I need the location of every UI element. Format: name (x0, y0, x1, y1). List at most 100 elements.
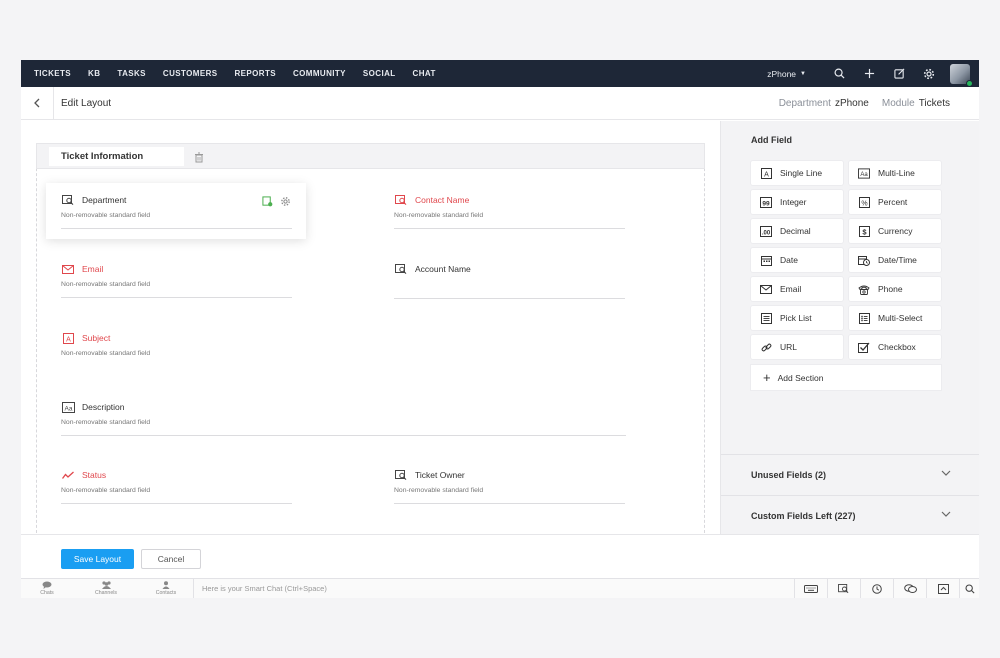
trash-icon[interactable] (194, 150, 204, 168)
lookup-icon[interactable] (827, 579, 860, 598)
field-sublabel: Non-removable standard field (61, 281, 151, 288)
share-screen-icon[interactable] (926, 579, 959, 598)
plus-icon[interactable] (854, 60, 884, 87)
accordion-custom-fields-left[interactable]: Custom Fields Left (227) (721, 495, 979, 535)
svg-text:.00: .00 (762, 230, 771, 236)
back-button[interactable] (21, 86, 54, 120)
svg-text:Aa: Aa (64, 405, 72, 412)
search-icon[interactable] (959, 579, 979, 598)
save-layout-button[interactable]: Save Layout (61, 549, 134, 569)
field-type-label: Multi-Select (878, 313, 923, 323)
field-underline (394, 503, 625, 504)
user-avatar[interactable] (950, 63, 973, 87)
chevron-down-icon (941, 468, 951, 478)
field-email[interactable]: Email Non-removable standard field (61, 262, 292, 298)
field-subject[interactable]: A Subject Non-removable standard field (61, 331, 292, 357)
field-type-phone[interactable]: Phone (849, 277, 941, 301)
gear-icon[interactable] (914, 60, 944, 87)
department-label: Department (778, 98, 831, 109)
field-ticket-owner[interactable]: Ticket Owner Non-removable standard fiel… (394, 468, 625, 504)
field-account-name[interactable]: Account Name (394, 262, 625, 299)
field-type-currency[interactable]: $ Currency (849, 219, 941, 243)
add-section-label: Add Section (777, 372, 824, 383)
multiselect-icon (858, 312, 870, 324)
field-underline (61, 435, 626, 436)
multi-line-icon: Aa (858, 167, 870, 179)
field-type-integer[interactable]: 99 Integer (751, 190, 843, 214)
field-type-label: Date/Time (878, 255, 917, 265)
field-label: Account Name (415, 264, 471, 274)
field-label: Contact Name (415, 195, 470, 205)
field-status[interactable]: Status Non-removable standard field (61, 468, 292, 504)
field-type-date[interactable]: Date (751, 248, 843, 272)
field-type-single-line[interactable]: A Single Line (751, 161, 843, 185)
nav-tab-chat[interactable]: CHAT (413, 69, 436, 78)
bottom-contacts[interactable]: Contacts (149, 581, 183, 596)
field-label: Email (82, 264, 104, 274)
field-type-checkbox[interactable]: Checkbox (849, 335, 941, 359)
field-description[interactable]: Aa Description Non-removable standard fi… (61, 400, 626, 436)
search-icon[interactable] (824, 60, 854, 87)
nav-tab-kb[interactable]: KB (88, 69, 100, 78)
field-type-label: Single Line (780, 168, 823, 178)
bottom-chats[interactable]: Chats (30, 581, 64, 596)
clock-icon[interactable] (860, 579, 893, 598)
field-label: Department (82, 195, 127, 205)
field-sublabel: Non-removable standard field (394, 487, 484, 494)
bottom-channels[interactable]: Channels (89, 581, 123, 596)
field-type-label: Pick List (780, 313, 812, 323)
svg-text:Aa: Aa (860, 172, 868, 178)
svg-text:%: % (861, 200, 867, 207)
chat-bubbles-icon[interactable] (893, 579, 926, 598)
nav-tab-reports[interactable]: REPORTS (235, 69, 276, 78)
single-line-icon: A (760, 167, 772, 179)
field-label: Ticket Owner (415, 470, 465, 480)
field-type-email[interactable]: Email (751, 277, 843, 301)
field-sublabel (394, 281, 625, 289)
bottom-bar: Chats Channels Contacts Here is your Sma… (21, 578, 979, 598)
nav-tab-tickets[interactable]: TICKETS (34, 69, 71, 78)
nav-tab-tasks[interactable]: TASKS (117, 69, 146, 78)
keyboard-icon[interactable] (794, 579, 827, 598)
nav-tab-social[interactable]: SOCIAL (363, 69, 396, 78)
field-type-percent[interactable]: % Percent (849, 190, 941, 214)
smart-chat-input[interactable]: Here is your Smart Chat (Ctrl+Space) (193, 579, 793, 598)
field-sublabel: Non-removable standard field (61, 419, 151, 426)
plus-icon: + (763, 370, 771, 385)
channel-selector[interactable]: zPhone ▼ (767, 69, 806, 79)
compose-icon[interactable] (884, 60, 914, 87)
nav-tab-customers[interactable]: CUSTOMERS (163, 69, 218, 78)
page-title: Edit Layout (61, 97, 112, 109)
module-value[interactable]: Tickets (919, 98, 950, 109)
field-sublabel: Non-removable standard field (61, 487, 151, 494)
field-sublabel: Non-removable standard field (61, 212, 151, 219)
department-value[interactable]: zPhone (835, 98, 869, 109)
field-type-url[interactable]: URL (751, 335, 843, 359)
bottom-chats-label: Chats (40, 590, 54, 596)
field-underline (394, 228, 625, 229)
app-window: TICKETS KB TASKS CUSTOMERS REPORTS COMMU… (21, 60, 979, 598)
nav-tab-community[interactable]: COMMUNITY (293, 69, 346, 78)
link-icon (760, 341, 772, 353)
cancel-button[interactable]: Cancel (141, 549, 201, 569)
field-type-multi-line[interactable]: Aa Multi-Line (849, 161, 941, 185)
field-contact-name[interactable]: Contact Name Non-removable standard fiel… (394, 193, 625, 229)
email-icon (760, 283, 772, 295)
field-type-datetime[interactable]: Date/Time (849, 248, 941, 272)
accordion-unused-fields[interactable]: Unused Fields (2) (721, 454, 979, 494)
field-type-multi-select[interactable]: Multi-Select (849, 306, 941, 330)
email-icon (61, 262, 75, 276)
status-icon (61, 468, 75, 482)
field-type-pick-list[interactable]: Pick List (751, 306, 843, 330)
field-type-label: Decimal (780, 226, 811, 236)
percent-icon: % (858, 196, 870, 208)
group-icon (89, 581, 123, 590)
bottom-bar-tools (794, 579, 979, 598)
field-department[interactable]: Department Non-removable standard field (61, 193, 292, 229)
field-type-decimal[interactable]: .00 Decimal (751, 219, 843, 243)
subheader: Edit Layout Department zPhone Module Tic… (21, 86, 979, 120)
add-section-button[interactable]: + Add Section (751, 365, 941, 390)
section-title-input[interactable]: Ticket Information (49, 147, 184, 166)
checkbox-icon (858, 341, 870, 353)
lookup-icon (394, 262, 408, 276)
